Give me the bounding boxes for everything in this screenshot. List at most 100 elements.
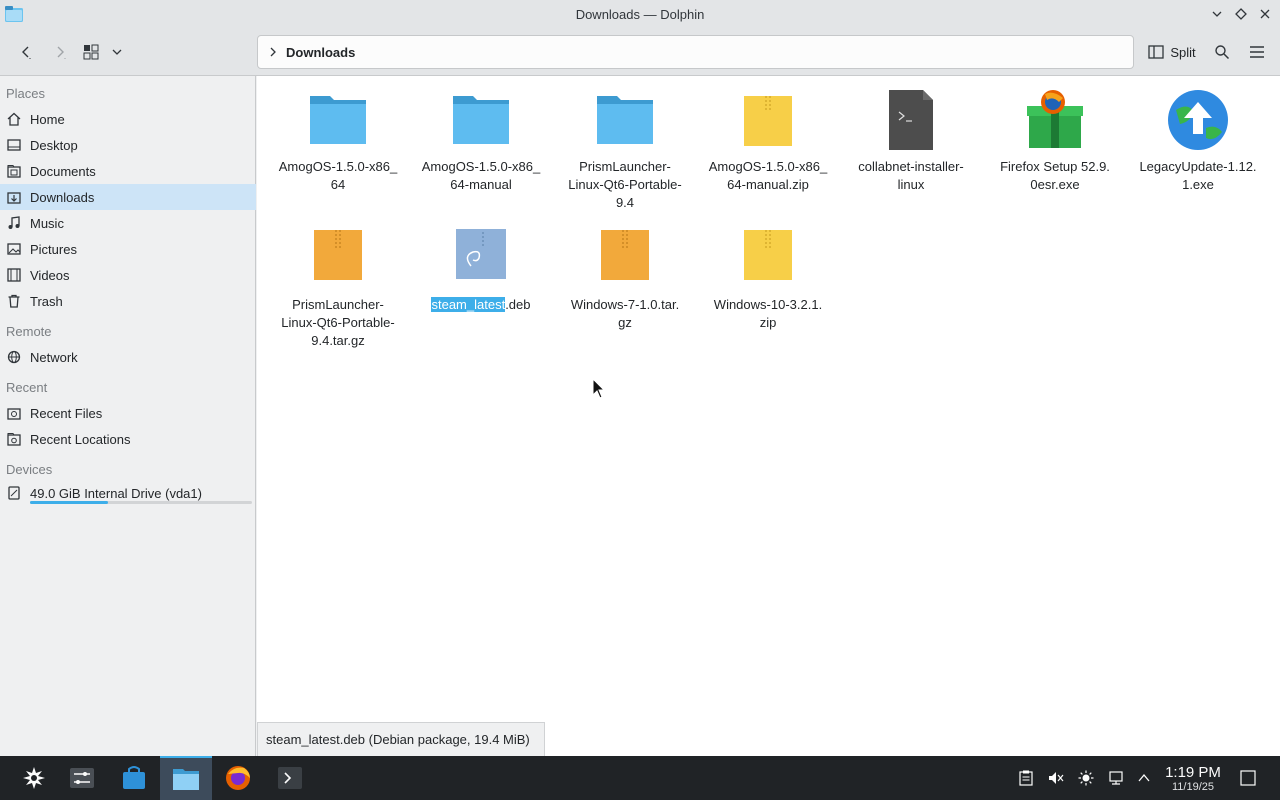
digital-clock[interactable]: 1:19 PM 11/19/25 bbox=[1160, 764, 1226, 794]
sidebar-item-recent-files[interactable]: Recent Files bbox=[0, 400, 256, 426]
dolphin-taskbar-button[interactable] bbox=[160, 756, 212, 800]
file-name-line: 9.4 bbox=[615, 195, 635, 210]
back-button[interactable] bbox=[12, 36, 40, 68]
sidebar-item-desktop[interactable]: Desktop bbox=[0, 132, 256, 158]
folder-icon bbox=[597, 96, 653, 144]
forward-button[interactable] bbox=[46, 36, 74, 68]
drive-usage-fill bbox=[30, 501, 108, 504]
wired-network-icon bbox=[1109, 771, 1123, 785]
sidebar-item-pictures[interactable]: Pictures bbox=[0, 236, 256, 262]
terminal-icon bbox=[278, 767, 302, 789]
close-button[interactable] bbox=[1256, 4, 1274, 24]
network-icon bbox=[7, 350, 21, 364]
file-item-selected[interactable]: steam_latest.deb bbox=[416, 226, 546, 314]
file-view[interactable]: AmogOS-1.5.0-x86_ 64 AmogOS-1.5.0-x86_ 64-… bbox=[257, 76, 1280, 756]
file-item[interactable]: PrismLauncher- Linux-Qt6-Portable- 9.4 bbox=[560, 88, 690, 212]
tar-gz-archive-icon bbox=[601, 230, 649, 280]
file-name-rest: .deb bbox=[505, 297, 531, 312]
volume-tray-button[interactable] bbox=[1042, 756, 1070, 800]
downloads-icon bbox=[7, 192, 21, 204]
sidebar-item-home[interactable]: Home bbox=[0, 106, 256, 132]
sidebar-item-documents[interactable]: Documents bbox=[0, 158, 256, 184]
sidebar-item-network[interactable]: Network bbox=[0, 344, 256, 370]
system-settings-button[interactable] bbox=[56, 756, 108, 800]
selected-name-part: steam_latest bbox=[431, 297, 506, 312]
file-name-line: Firefox Setup 52.9. bbox=[1000, 159, 1110, 174]
file-name-line: 64-manual bbox=[450, 177, 512, 192]
file-name-line: Windows-10-3.2.1. bbox=[713, 297, 823, 312]
location-bar[interactable]: Downloads bbox=[257, 35, 1134, 69]
sidebar-item-videos[interactable]: Videos bbox=[0, 262, 256, 288]
clock-date: 11/19/25 bbox=[1171, 781, 1214, 793]
store-bag-icon bbox=[123, 766, 145, 789]
file-item[interactable]: collabnet-installer-linux bbox=[846, 88, 976, 194]
places-header: Places bbox=[6, 86, 46, 101]
sidebar-item-trash[interactable]: Trash bbox=[0, 288, 256, 314]
brightness-tray-button[interactable] bbox=[1072, 756, 1100, 800]
file-item[interactable]: PrismLauncher- Linux-Qt6-Portable- 9.4.tar… bbox=[273, 226, 403, 350]
icons-view-icon bbox=[83, 44, 99, 60]
places-panel: Places Home Desktop Documents Downloads … bbox=[0, 76, 256, 756]
pictures-icon bbox=[7, 243, 21, 255]
sidebar-item-label: 49.0 GiB Internal Drive (vda1) bbox=[30, 485, 202, 501]
split-button[interactable]: Split bbox=[1142, 36, 1202, 68]
application-launcher-button[interactable] bbox=[8, 756, 60, 800]
file-item[interactable]: Windows-10-3.2.1. zip bbox=[703, 226, 833, 332]
split-view-icon bbox=[1148, 45, 1164, 59]
volume-muted-icon bbox=[1049, 772, 1064, 784]
file-name-line: PrismLauncher- bbox=[292, 297, 384, 312]
file-item[interactable]: Windows-7-1.0.tar. gz bbox=[560, 226, 690, 332]
sidebar-item-recent-locations[interactable]: Recent Locations bbox=[0, 426, 256, 452]
file-name-line: 0esr.exe bbox=[1030, 177, 1080, 192]
firefox-taskbar-button[interactable] bbox=[212, 756, 264, 800]
file-name-line: AmogOS-1.5.0-x86_ bbox=[708, 159, 828, 174]
file-name-line: linux bbox=[897, 177, 925, 192]
remote-header: Remote bbox=[6, 324, 52, 339]
drive-icon bbox=[8, 486, 20, 500]
file-item[interactable]: Firefox Setup 52.9. 0esr.exe bbox=[990, 88, 1120, 194]
minimize-button[interactable] bbox=[1208, 4, 1226, 24]
sidebar-item-label: Documents bbox=[30, 163, 96, 179]
sidebar-item-downloads[interactable]: Downloads bbox=[0, 184, 256, 210]
file-item[interactable]: AmogOS-1.5.0-x86_ 64-manual.zip bbox=[703, 88, 833, 194]
devices-header: Devices bbox=[6, 462, 53, 477]
file-name-line: zip bbox=[759, 315, 777, 330]
brightness-icon bbox=[1078, 770, 1094, 786]
file-name-line: PrismLauncher- bbox=[579, 159, 671, 174]
folder-icon bbox=[173, 769, 199, 790]
clipboard-tray-button[interactable] bbox=[1012, 756, 1040, 800]
sidebar-item-label: Desktop bbox=[30, 137, 78, 153]
view-mode-dropdown[interactable] bbox=[108, 36, 126, 68]
file-name-line: Windows-7-1.0.tar. bbox=[570, 297, 680, 312]
clipboard-icon bbox=[1019, 770, 1033, 786]
breadcrumb-downloads[interactable]: Downloads bbox=[286, 45, 355, 60]
sidebar-item-label: Recent Files bbox=[30, 405, 103, 421]
file-item[interactable]: AmogOS-1.5.0-x86_ 64-manual bbox=[416, 88, 546, 194]
show-desktop-icon bbox=[1240, 770, 1256, 786]
show-desktop-button[interactable] bbox=[1234, 756, 1262, 800]
file-name-line: 64-manual.zip bbox=[727, 177, 809, 192]
konsole-taskbar-button[interactable] bbox=[264, 756, 316, 800]
file-name-line: gz bbox=[618, 315, 632, 330]
discover-button[interactable] bbox=[108, 756, 160, 800]
file-item[interactable]: AmogOS-1.5.0-x86_ 64 bbox=[273, 88, 403, 194]
file-item[interactable]: LegacyUpdate-1.12. 1.exe bbox=[1133, 88, 1263, 194]
network-tray-button[interactable] bbox=[1102, 756, 1130, 800]
view-mode-button[interactable] bbox=[80, 36, 102, 68]
sidebar-item-label: Network bbox=[30, 349, 78, 365]
sidebar-item-music[interactable]: Music bbox=[0, 210, 256, 236]
script-file-icon bbox=[889, 90, 933, 150]
menu-button[interactable] bbox=[1243, 36, 1271, 68]
videos-icon bbox=[7, 268, 21, 282]
show-hidden-tray-button[interactable] bbox=[1130, 756, 1158, 800]
status-bar: steam_latest.deb (Debian package, 19.4 M… bbox=[257, 722, 545, 756]
recent-files-icon bbox=[7, 408, 21, 420]
chevron-right-icon bbox=[270, 47, 276, 57]
file-name-line: AmogOS-1.5.0-x86_ bbox=[278, 159, 398, 174]
diamond-icon bbox=[1235, 8, 1247, 20]
file-name-line: LegacyUpdate-1.12. bbox=[1139, 159, 1257, 174]
settings-sliders-icon bbox=[70, 768, 94, 788]
dolphin-app-icon bbox=[5, 6, 23, 22]
search-button[interactable] bbox=[1208, 36, 1236, 68]
maximize-button[interactable] bbox=[1232, 4, 1250, 24]
